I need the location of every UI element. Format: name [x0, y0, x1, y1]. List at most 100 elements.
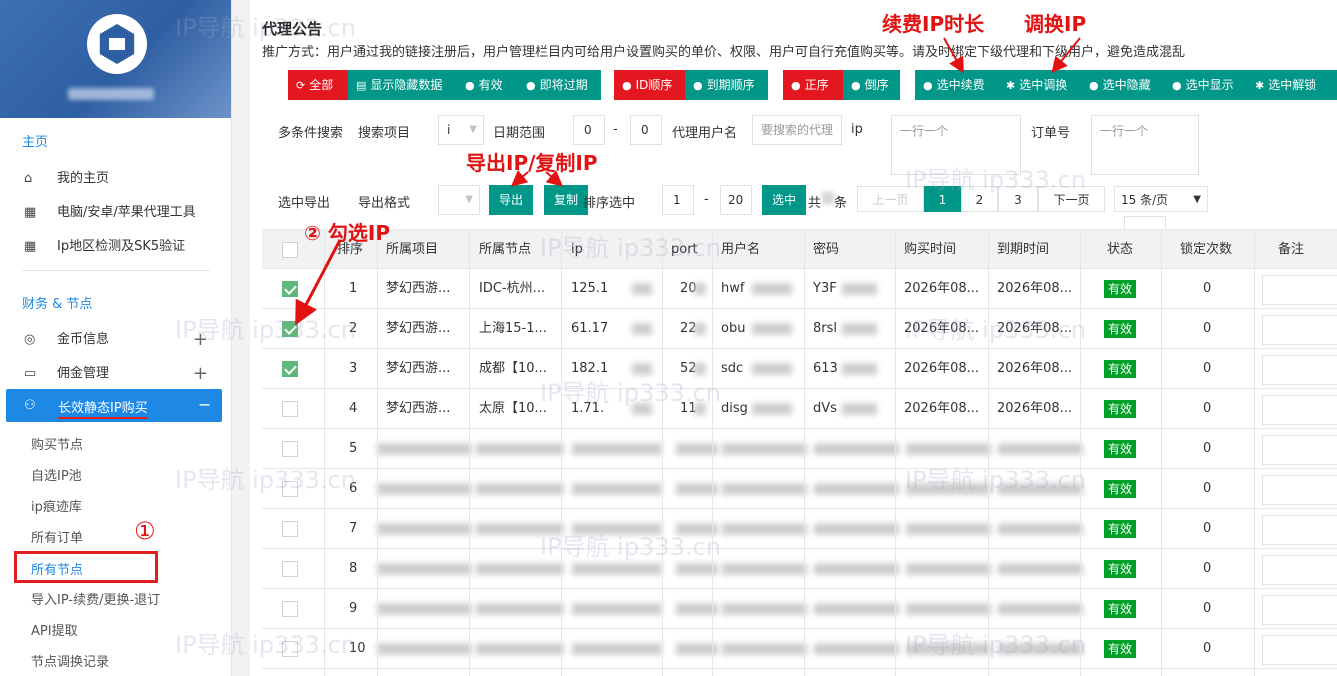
table-row[interactable]: 6 有效 0: [262, 469, 1337, 509]
ip-label: ip: [851, 122, 863, 137]
row-checkbox[interactable]: [282, 481, 298, 497]
row-checkbox[interactable]: [282, 521, 298, 537]
th-node[interactable]: 所属节点: [479, 230, 531, 270]
show-selected-button[interactable]: ● 选中显示: [1164, 70, 1247, 100]
notice-title: 代理公告: [262, 20, 323, 38]
remark-input[interactable]: [1262, 595, 1337, 625]
remark-input[interactable]: [1262, 355, 1337, 385]
range-to-input[interactable]: 20: [720, 185, 752, 215]
select-all-checkbox[interactable]: [282, 242, 298, 258]
per-page-select[interactable]: 15 条/页 ▼: [1114, 186, 1208, 212]
sidebar-item-home[interactable]: ⌂ 我的主页: [22, 166, 212, 192]
remark-input[interactable]: [1262, 475, 1337, 505]
row-checkbox[interactable]: [282, 321, 298, 337]
th-project[interactable]: 所属项目: [386, 230, 438, 270]
th-lock[interactable]: 锁定次数: [1180, 230, 1232, 270]
remark-input[interactable]: [1262, 635, 1337, 665]
main-content: 代理公告 推广方式：用户通过我的链接注册后，用户管理栏目内可给用户设置购买的单价…: [250, 0, 1337, 676]
next-page-button[interactable]: 下一页: [1038, 186, 1105, 212]
table-row[interactable]: 8 有效 0: [262, 549, 1337, 589]
filter-expiring-button[interactable]: ● 即将过期: [518, 70, 601, 100]
th-expire-time[interactable]: 到期时间: [997, 230, 1049, 270]
sub-item-buy-node[interactable]: 购买节点: [31, 434, 83, 453]
swap-selected-button[interactable]: ✱ 选中调换: [998, 70, 1081, 100]
sort-id-button[interactable]: ● ID顺序: [614, 70, 685, 100]
cell-buy: 2026年08...: [904, 361, 980, 376]
prev-page-button[interactable]: 上一页: [857, 186, 924, 212]
th-status[interactable]: 状态: [1107, 230, 1133, 270]
format-label: 导出格式: [358, 196, 411, 211]
th-ip[interactable]: ip: [571, 230, 583, 270]
page-2-button[interactable]: 2: [961, 186, 998, 212]
sidebar-item-coins[interactable]: ◎ 金币信息 +: [22, 327, 212, 353]
cell-node: 太原【10...: [479, 401, 547, 416]
format-select[interactable]: ▼: [438, 185, 480, 215]
cell-lock: 0: [1203, 401, 1212, 416]
order-desc-button[interactable]: ● 倒序: [843, 70, 900, 100]
sub-item-ip-trace[interactable]: ip痕迹库: [31, 496, 82, 515]
renew-selected-button[interactable]: ● 选中续费: [915, 70, 998, 100]
ip-textarea[interactable]: 一行一个: [891, 115, 1021, 175]
select-range-button[interactable]: 选中: [762, 185, 806, 215]
sort-expire-button[interactable]: ● 到期顺序: [685, 70, 768, 100]
th-pass[interactable]: 密码: [813, 230, 839, 270]
show-hidden-button[interactable]: ▤ 显示隐藏数据: [348, 70, 457, 100]
date-to-input[interactable]: 0: [630, 115, 662, 145]
export-button[interactable]: 导出: [489, 185, 533, 215]
row-checkbox[interactable]: [282, 441, 298, 457]
check-circle-icon: ●: [693, 79, 703, 92]
copy-button[interactable]: 复制: [544, 185, 588, 215]
row-checkbox[interactable]: [282, 281, 298, 297]
row-checkbox[interactable]: [282, 601, 298, 617]
th-port[interactable]: port: [671, 230, 698, 270]
blurred-content: [632, 323, 652, 335]
table-row[interactable]: 2 梦幻西游... 上海15-1... 61.17 22 obu 8rsl 2026年08..…: [262, 309, 1337, 349]
row-checkbox[interactable]: [282, 361, 298, 377]
table-row[interactable]: 5 有效 0: [262, 429, 1337, 469]
table-row[interactable]: 7 有效 0: [262, 509, 1337, 549]
table-row[interactable]: 4 梦幻西游... 太原【10... 1.71. 11 disg dVs 2026年08...…: [262, 389, 1337, 429]
table-row[interactable]: 1 梦幻西游... IDC-杭州... 125.1 20 hwf Y3F 2026年08...…: [262, 269, 1337, 309]
table-row[interactable]: 3 梦幻西游... 成都【10... 182.1 52 sdc 613 2026年08... 2…: [262, 349, 1337, 389]
remark-input[interactable]: [1262, 315, 1337, 345]
cell-ip: 125.1: [571, 281, 609, 296]
agent-input[interactable]: 要搜索的代理: [752, 115, 842, 145]
date-from-input[interactable]: 0: [573, 115, 605, 145]
blurred-content: [998, 643, 1083, 655]
row-checkbox[interactable]: [282, 561, 298, 577]
cell-sort: 4: [349, 401, 358, 416]
page-1-button[interactable]: 1: [924, 186, 961, 212]
hide-selected-button[interactable]: ● 选中隐藏: [1081, 70, 1164, 100]
remark-input[interactable]: [1262, 395, 1337, 425]
th-user[interactable]: 用户名: [721, 230, 760, 270]
th-buy-time[interactable]: 购买时间: [904, 230, 956, 270]
blurred-content: [476, 483, 564, 495]
unlock-selected-button[interactable]: ✱ 选中解锁: [1247, 70, 1337, 100]
sub-item-ip-pool[interactable]: 自选IP池: [31, 465, 82, 484]
table-row[interactable]: 10 有效 0: [262, 629, 1337, 669]
page-3-button[interactable]: 3: [998, 186, 1038, 212]
range-from-input[interactable]: 1: [662, 185, 694, 215]
sub-item-all-orders[interactable]: 所有订单: [31, 527, 83, 546]
remark-input[interactable]: [1262, 555, 1337, 585]
sidebar-item-static-ip[interactable]: ⚇ 长效静态IP购买 −: [6, 389, 222, 422]
sidebar-item-commission[interactable]: ▭ 佣金管理 +: [22, 361, 212, 387]
sub-item-swap-log[interactable]: 节点调换记录: [31, 651, 109, 670]
sidebar-item-ip-check[interactable]: ▦ Ip地区检测及SK5验证: [22, 234, 212, 260]
sub-item-api[interactable]: API提取: [31, 620, 78, 639]
th-remark[interactable]: 备注: [1278, 230, 1304, 270]
chevron-down-icon: ▼: [1193, 194, 1201, 205]
order-textarea[interactable]: 一行一个: [1091, 115, 1199, 175]
sidebar-item-proxy-tools[interactable]: ▦ 电脑/安卓/苹果代理工具: [22, 200, 212, 226]
remark-input[interactable]: [1262, 515, 1337, 545]
filter-valid-button[interactable]: ● 有效: [457, 70, 518, 100]
filter-all-button[interactable]: ⟳ 全部: [288, 70, 348, 100]
sub-item-import-ip[interactable]: 导入IP-续费/更换-退订: [31, 589, 160, 608]
remark-input[interactable]: [1262, 435, 1337, 465]
project-select[interactable]: i ▼: [438, 115, 484, 145]
row-checkbox[interactable]: [282, 401, 298, 417]
table-row[interactable]: 9 有效 0: [262, 589, 1337, 629]
row-checkbox[interactable]: [282, 641, 298, 657]
order-asc-button[interactable]: ● 正序: [783, 70, 843, 100]
remark-input[interactable]: [1262, 275, 1337, 305]
